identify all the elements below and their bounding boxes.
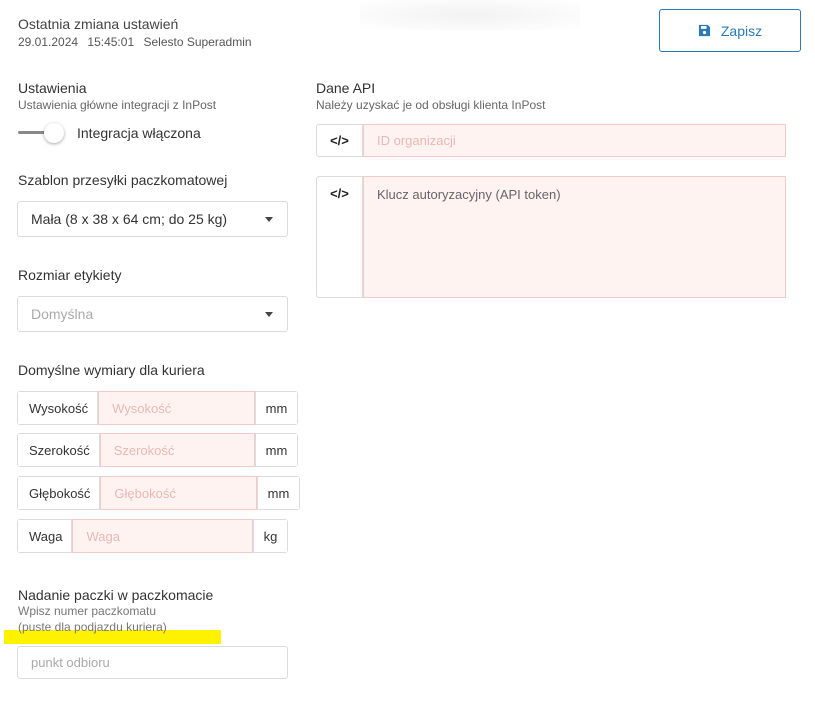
last-change-date: 29.01.2024 [18, 35, 79, 49]
toggle-knob [44, 123, 64, 143]
label-size-title: Rozmiar etykiety [18, 267, 122, 283]
height-unit: mm [255, 392, 297, 424]
caret-down-icon [265, 312, 273, 317]
width-input-group: Szerokość Szerokość mm [17, 433, 298, 467]
weight-unit: kg [253, 520, 287, 552]
weight-input[interactable]: Waga [72, 519, 253, 553]
last-change-title: Ostatnia zmiana ustawień [18, 16, 179, 32]
integration-toggle[interactable] [18, 123, 64, 143]
code-icon: </> [317, 177, 363, 297]
settings-title: Ustawienia [18, 80, 87, 96]
parcel-locker-hint-courier: (puste dla podjazdu kuriera) [18, 620, 167, 634]
depth-unit: mm [257, 477, 299, 509]
weight-label: Waga [18, 520, 73, 552]
caret-down-icon [265, 217, 273, 222]
width-label: Szerokość [18, 434, 100, 466]
save-button-label: Zapisz [720, 22, 763, 39]
depth-input-group: Głębokość Głębokość mm [17, 476, 300, 510]
height-label: Wysokość [18, 392, 99, 424]
header-shadow [360, 0, 580, 30]
org-id-input[interactable]: ID organizacji [363, 124, 786, 157]
code-icon: </> [317, 125, 363, 156]
api-title: Dane API [316, 80, 376, 96]
pickup-point-input[interactable]: punkt odbioru [17, 646, 288, 679]
width-input[interactable]: Szerokość [99, 433, 255, 467]
floppy-disk-icon [698, 24, 710, 37]
integration-toggle-label: Integracja włączona [77, 125, 201, 141]
api-token-textarea[interactable]: Klucz autoryzacyjny (API token) [363, 176, 786, 298]
weight-input-group: Waga Waga kg [17, 519, 288, 553]
parcel-locker-title: Nadanie paczki w paczkomacie [18, 587, 214, 603]
last-change-time: 15:45:01 [87, 35, 135, 49]
height-input-group: Wysokość Wysokość mm [17, 391, 298, 425]
api-token-input-group: </> Klucz autoryzacyjny (API token) [316, 176, 786, 298]
parcel-locker-hint: Wpisz numer paczkomatu [18, 604, 157, 618]
settings-subtitle: Ustawienia główne integracji z InPost [18, 98, 217, 112]
last-change-meta: 29.01.2024 15:45:01 Selesto Superadmin [18, 35, 258, 49]
width-unit: mm [255, 434, 297, 466]
last-change-user: Selesto Superadmin [143, 35, 252, 49]
org-id-input-group: </> ID organizacji [316, 124, 786, 157]
label-size-placeholder: Domyślna [31, 306, 94, 322]
save-button[interactable]: Zapisz [659, 9, 801, 52]
height-input[interactable]: Wysokość [98, 391, 255, 425]
parcel-template-title: Szablon przesyłki paczkomatowej [18, 172, 228, 188]
api-subtitle: Należy uzyskać je od obsługi klienta InP… [316, 98, 546, 112]
courier-dims-title: Domyślne wymiary dla kuriera [18, 362, 205, 378]
parcel-template-value: Mała (8 x 38 x 64 cm; do 25 kg) [31, 211, 228, 227]
depth-input[interactable]: Głębokość [100, 476, 257, 510]
parcel-template-select[interactable]: Mała (8 x 38 x 64 cm; do 25 kg) [17, 201, 288, 237]
depth-label: Głębokość [18, 477, 101, 509]
label-size-select[interactable]: Domyślna [17, 296, 288, 332]
